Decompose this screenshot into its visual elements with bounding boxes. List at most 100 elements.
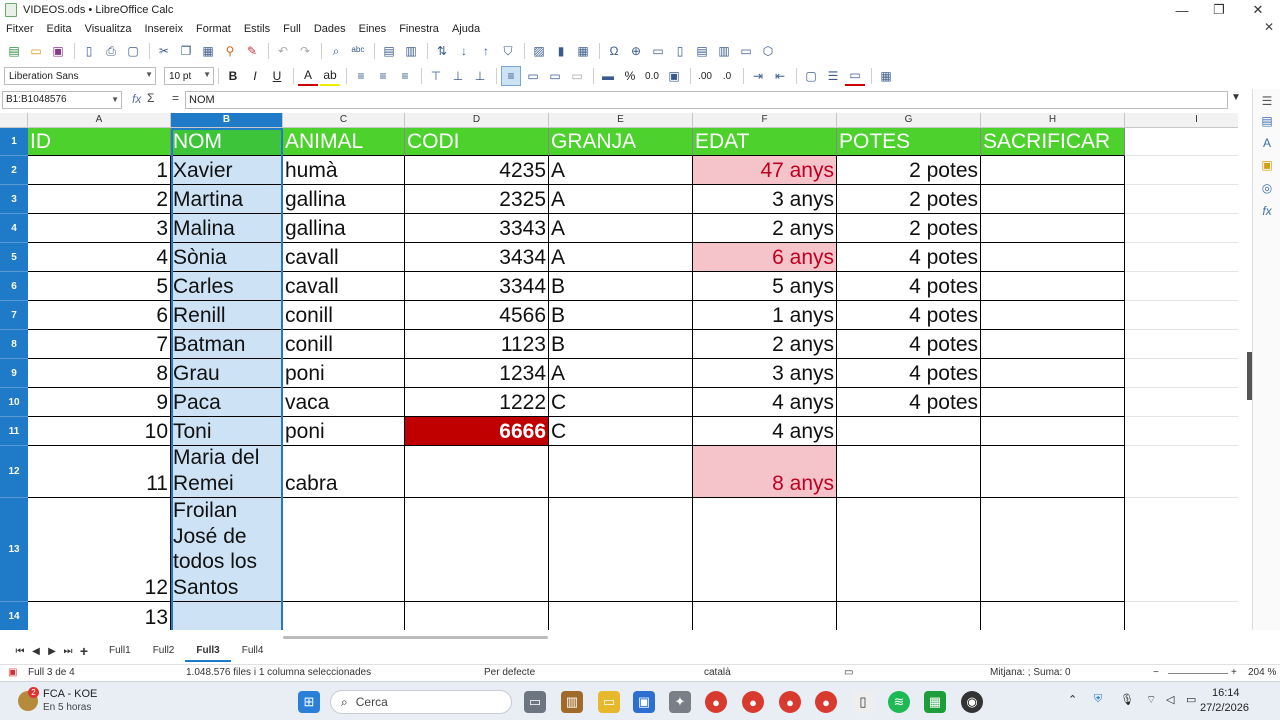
cell-e12[interactable] bbox=[549, 446, 693, 498]
cell-a11[interactable]: 10 bbox=[28, 417, 171, 446]
align-top-icon[interactable]: ⊤ bbox=[426, 66, 446, 86]
pivot-table-icon[interactable]: ▦ bbox=[573, 41, 593, 61]
cell-h7[interactable] bbox=[981, 301, 1125, 330]
cell-i13[interactable] bbox=[1125, 498, 1238, 602]
navigator-icon[interactable]: ◎ bbox=[1259, 180, 1275, 196]
cell-f4[interactable]: 2 anys bbox=[693, 214, 837, 243]
cell-i14[interactable] bbox=[1125, 602, 1238, 630]
close-button[interactable]: ✕ bbox=[1238, 0, 1278, 20]
cell-i11[interactable] bbox=[1125, 417, 1238, 446]
cell-g6[interactable]: 4 potes bbox=[837, 272, 981, 301]
cell-e9[interactable]: A bbox=[549, 359, 693, 388]
spreadsheet-grid[interactable]: A B C D E F G H I 1 2 3 4 5 6 7 8 9 10 11 12 13 14 ID NOM ANIMAL C… bbox=[0, 113, 1238, 630]
align-bottom-icon[interactable]: ⊥ bbox=[470, 66, 490, 86]
export-pdf-icon[interactable]: ▯ bbox=[79, 41, 99, 61]
decrease-indent-icon[interactable]: ⇤ bbox=[770, 66, 790, 86]
cell-f14[interactable] bbox=[693, 602, 837, 630]
cell-f13[interactable] bbox=[693, 498, 837, 602]
minimize-button[interactable]: — bbox=[1162, 0, 1202, 20]
menu-file[interactable]: Fitxer bbox=[6, 23, 34, 35]
app-library-icon[interactable]: ▥ bbox=[561, 691, 583, 713]
header-cell-h[interactable]: SACRIFICAR bbox=[981, 128, 1125, 156]
special-character-icon[interactable]: Ω bbox=[604, 41, 624, 61]
cell-b7[interactable]: Renill bbox=[171, 301, 283, 330]
insert-chart-icon[interactable]: ▮ bbox=[551, 41, 571, 61]
row-header-9[interactable]: 9 bbox=[0, 359, 28, 388]
find-replace-icon[interactable]: ⌕ bbox=[326, 41, 346, 61]
cell-e8[interactable]: B bbox=[549, 330, 693, 359]
comment-icon[interactable]: ▭ bbox=[648, 41, 668, 61]
first-sheet-icon[interactable]: ⏮ bbox=[12, 646, 28, 657]
header-cell-b[interactable]: NOM bbox=[171, 128, 283, 156]
spotify-icon[interactable]: ≋ bbox=[888, 691, 910, 713]
functions-icon[interactable]: fx bbox=[1259, 203, 1275, 219]
cell-a13[interactable]: 12 bbox=[28, 498, 171, 602]
file-explorer-icon[interactable]: ▭ bbox=[598, 691, 620, 713]
cell-g14[interactable] bbox=[837, 602, 981, 630]
cell-a9[interactable]: 8 bbox=[28, 359, 171, 388]
document-icon[interactable]: ▯ bbox=[852, 691, 874, 713]
cut-icon[interactable]: ✂ bbox=[154, 41, 174, 61]
row-header-12[interactable]: 12 bbox=[0, 446, 28, 498]
cell-d2[interactable]: 4235 bbox=[405, 156, 549, 185]
cell-g13[interactable] bbox=[837, 498, 981, 602]
zoom-in-icon[interactable]: + bbox=[1231, 667, 1237, 678]
cell-c12[interactable]: cabra bbox=[283, 446, 405, 498]
cell-i8[interactable] bbox=[1125, 330, 1238, 359]
cell-a7[interactable]: 6 bbox=[28, 301, 171, 330]
cell-a4[interactable]: 3 bbox=[28, 214, 171, 243]
insert-image-icon[interactable]: ▨ bbox=[529, 41, 549, 61]
clock-date[interactable]: 27/2/2026 bbox=[1200, 702, 1249, 714]
cell-f3[interactable]: 3 anys bbox=[693, 185, 837, 214]
font-color-icon[interactable]: A bbox=[298, 66, 318, 86]
row-header-8[interactable]: 8 bbox=[0, 330, 28, 359]
cell-d3[interactable]: 2325 bbox=[405, 185, 549, 214]
zoom-out-icon[interactable]: − bbox=[1153, 667, 1159, 678]
cell-g7[interactable]: 4 potes bbox=[837, 301, 981, 330]
cell-b8[interactable]: Batman bbox=[171, 330, 283, 359]
add-decimal-icon[interactable]: .00 bbox=[695, 66, 715, 86]
new-icon[interactable]: ▤ bbox=[4, 41, 24, 61]
underline-button[interactable]: U bbox=[267, 66, 287, 86]
cell-h10[interactable] bbox=[981, 388, 1125, 417]
chrome-profile-3-icon[interactable]: ● bbox=[815, 691, 837, 713]
column-header-b[interactable]: B bbox=[171, 113, 283, 128]
row-header-14[interactable]: 14 bbox=[0, 602, 28, 630]
menu-insert[interactable]: Insereix bbox=[144, 23, 183, 35]
cell-h6[interactable] bbox=[981, 272, 1125, 301]
cell-d13[interactable] bbox=[405, 498, 549, 602]
header-cell-g[interactable]: POTES bbox=[837, 128, 981, 156]
menu-help[interactable]: Ajuda bbox=[452, 23, 480, 35]
cell-b6[interactable]: Carles bbox=[171, 272, 283, 301]
cell-c13[interactable] bbox=[283, 498, 405, 602]
cell-e6[interactable]: B bbox=[549, 272, 693, 301]
cell-e5[interactable]: A bbox=[549, 243, 693, 272]
align-center-icon[interactable]: ≡ bbox=[373, 66, 393, 86]
cell-g5[interactable]: 4 potes bbox=[837, 243, 981, 272]
spelling-icon[interactable]: ᵃᵇᶜ bbox=[348, 41, 368, 61]
cell-i2[interactable] bbox=[1125, 156, 1238, 185]
open-icon[interactable]: ▭ bbox=[26, 41, 46, 61]
selection-mode-icon[interactable]: ▭ bbox=[844, 667, 853, 678]
show-hidden-icons-icon[interactable]: ⌃ bbox=[1068, 693, 1077, 706]
cell-c8[interactable]: conill bbox=[283, 330, 405, 359]
cell-i7[interactable] bbox=[1125, 301, 1238, 330]
row-header-10[interactable]: 10 bbox=[0, 388, 28, 417]
row-header-7[interactable]: 7 bbox=[0, 301, 28, 330]
percent-button[interactable]: % bbox=[620, 66, 640, 86]
select-all-corner[interactable] bbox=[0, 113, 28, 128]
sidebar-menu-icon[interactable]: ☰ bbox=[1259, 93, 1275, 109]
start-icon[interactable]: ⊞ bbox=[298, 691, 320, 713]
cell-c5[interactable]: cavall bbox=[283, 243, 405, 272]
menu-window[interactable]: Finestra bbox=[399, 23, 439, 35]
menu-tools[interactable]: Eines bbox=[359, 23, 387, 35]
obs-icon[interactable]: ◉ bbox=[961, 691, 983, 713]
sidebar-handle[interactable] bbox=[1247, 352, 1252, 400]
currency-icon[interactable]: ▬ bbox=[598, 66, 618, 86]
menu-sheet[interactable]: Full bbox=[283, 23, 301, 35]
cell-g11[interactable] bbox=[837, 417, 981, 446]
cell-c10[interactable]: vaca bbox=[283, 388, 405, 417]
align-right-icon[interactable]: ≡ bbox=[395, 66, 415, 86]
chrome-icon[interactable]: ● bbox=[705, 691, 727, 713]
cell-c3[interactable]: gallina bbox=[283, 185, 405, 214]
